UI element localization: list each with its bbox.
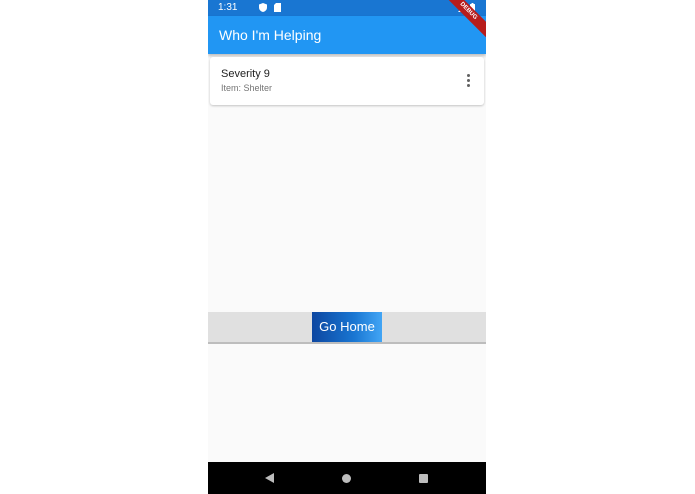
more-dot — [467, 84, 470, 87]
home-icon[interactable] — [342, 474, 351, 483]
bottom-bar: Go Home — [208, 312, 486, 344]
request-item: Item: Shelter — [221, 83, 273, 93]
phone-screen: 1:31 DEBUG Who I'm Helping Severity 9 It… — [208, 0, 486, 494]
more-dot — [467, 79, 470, 82]
status-bar: 1:31 — [208, 0, 486, 16]
sd-card-icon — [274, 3, 281, 12]
page-title: Who I'm Helping — [219, 27, 322, 43]
system-nav-bar — [208, 462, 486, 494]
back-icon[interactable] — [265, 473, 274, 483]
request-title: Severity 9 — [221, 68, 270, 80]
go-home-button[interactable]: Go Home — [312, 312, 382, 342]
recents-icon[interactable] — [419, 474, 428, 483]
status-time: 1:31 — [218, 2, 238, 13]
more-vert-icon[interactable] — [462, 72, 474, 90]
app-bar: Who I'm Helping — [208, 16, 486, 54]
request-card[interactable]: Severity 9 Item: Shelter — [210, 57, 484, 105]
more-dot — [467, 74, 470, 77]
shield-icon — [259, 3, 267, 12]
